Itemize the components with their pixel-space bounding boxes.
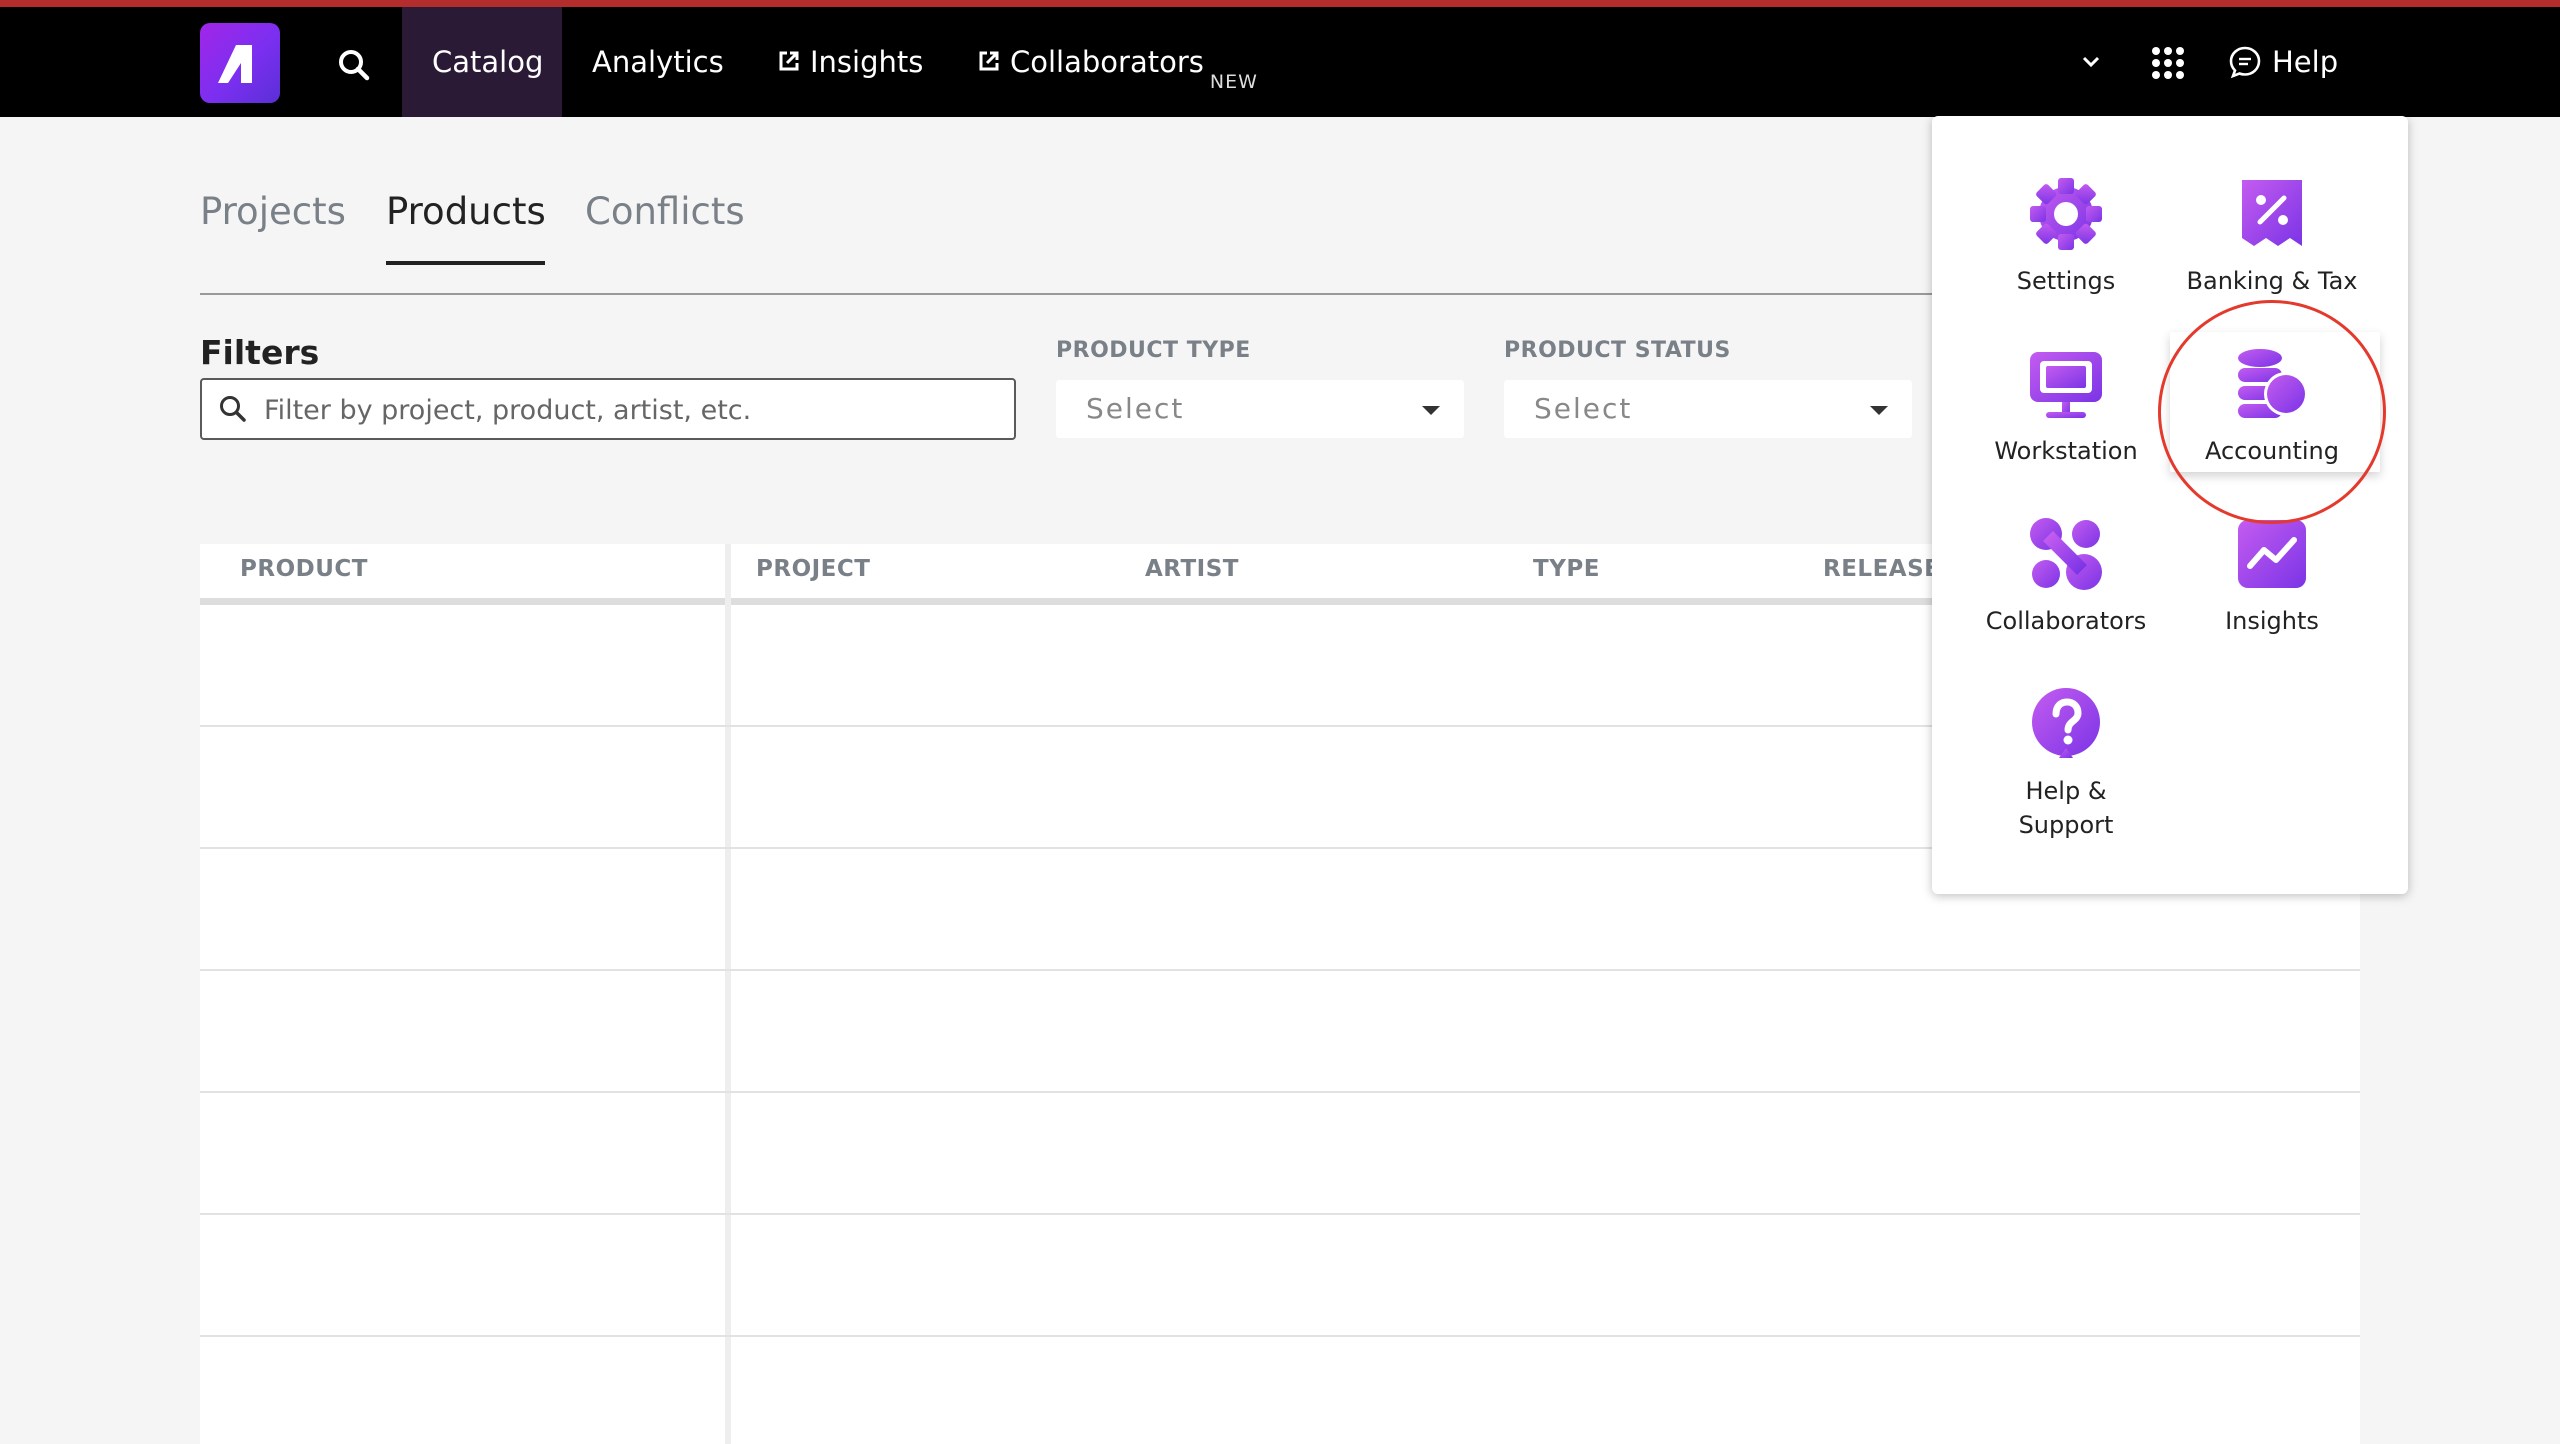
app-insights[interactable]: Insights (2172, 514, 2372, 638)
trend-chart-icon (2238, 520, 2306, 588)
app-collaborators[interactable]: Collaborators (1966, 514, 2166, 638)
nav-collaborators-label: Collaborators (1010, 45, 1204, 79)
app-help-label-line2: Support (2018, 811, 2114, 839)
table-row (200, 1091, 2360, 1093)
product-status-value: Select (1534, 392, 1633, 425)
table-row (200, 969, 2360, 971)
logo-icon[interactable] (200, 23, 280, 103)
nav-collaborators[interactable]: Collaborators NEW (978, 7, 1257, 117)
nav-insights-label: Insights (810, 45, 924, 79)
app-help-label-line1: Help & (2025, 777, 2107, 805)
nav-catalog[interactable]: Catalog (402, 7, 562, 117)
monitor-icon (2030, 352, 2102, 418)
apps-grid-icon[interactable] (2150, 45, 2186, 85)
percent-tag-icon (2242, 180, 2302, 246)
app-collaborators-label: Collaborators (1985, 607, 2147, 635)
tab-projects[interactable]: Projects (200, 190, 346, 233)
column-header-artist[interactable]: ARTIST (1145, 556, 1239, 582)
column-divider (725, 544, 731, 1444)
caret-down-icon (1422, 406, 1440, 415)
table-row (200, 1213, 2360, 1215)
app-settings-label: Settings (2016, 267, 2116, 295)
product-type-label: PRODUCT TYPE (1056, 338, 1251, 363)
app-insights-label: Insights (2225, 607, 2319, 635)
tab-conflicts[interactable]: Conflicts (585, 190, 745, 233)
search-icon[interactable] (336, 47, 372, 83)
app-banking-tax[interactable]: Banking & Tax (2172, 174, 2372, 298)
app-help-support-label: Help & Support (1966, 774, 2166, 842)
apps-menu: Settings Banking & Tax Workstation Accou… (1932, 116, 2408, 894)
active-tab-indicator (386, 261, 545, 265)
new-badge: NEW (1209, 71, 1258, 93)
column-header-type[interactable]: TYPE (1533, 556, 1600, 582)
column-header-project[interactable]: PROJECT (756, 556, 870, 582)
search-icon (220, 396, 246, 422)
search-input[interactable] (262, 380, 996, 440)
app-workstation-label: Workstation (1994, 437, 2138, 465)
nav-insights[interactable]: Insights (778, 7, 923, 117)
tab-products[interactable]: Products (386, 190, 546, 233)
filters-title: Filters (200, 333, 320, 372)
app-workstation[interactable]: Workstation (1966, 344, 2166, 468)
column-header-release[interactable]: RELEASE (1823, 556, 1940, 582)
nav-analytics[interactable]: Analytics (592, 7, 724, 117)
external-link-icon (978, 7, 1000, 117)
question-icon (2032, 688, 2100, 758)
external-link-icon (778, 7, 800, 117)
collaborators-icon (2030, 518, 2102, 590)
chevron-down-icon[interactable] (2080, 54, 2102, 73)
column-header-product[interactable]: PRODUCT (240, 556, 368, 582)
highlight-circle-annotation (2158, 300, 2386, 524)
search-field[interactable] (200, 378, 1016, 440)
product-type-value: Select (1086, 392, 1185, 425)
product-status-select[interactable]: Select (1504, 380, 1912, 438)
table-row (200, 1335, 2360, 1337)
product-type-select[interactable]: Select (1056, 380, 1464, 438)
help-label: Help (2272, 45, 2339, 79)
app-settings[interactable]: Settings (1966, 174, 2166, 298)
nav-analytics-label: Analytics (592, 45, 724, 79)
app-help-support[interactable]: Help & Support (1966, 684, 2166, 842)
help-button[interactable]: Help (2228, 7, 2338, 117)
top-navigation: Catalog Analytics Insights Collaborators… (0, 7, 2560, 117)
nav-catalog-label: Catalog (432, 45, 544, 79)
gear-icon (2030, 178, 2102, 250)
caret-down-icon (1870, 406, 1888, 415)
top-accent-bar (0, 0, 2560, 7)
app-banking-tax-label: Banking & Tax (2186, 267, 2358, 295)
chat-bubble-icon (2229, 46, 2261, 79)
product-status-label: PRODUCT STATUS (1504, 338, 1731, 363)
